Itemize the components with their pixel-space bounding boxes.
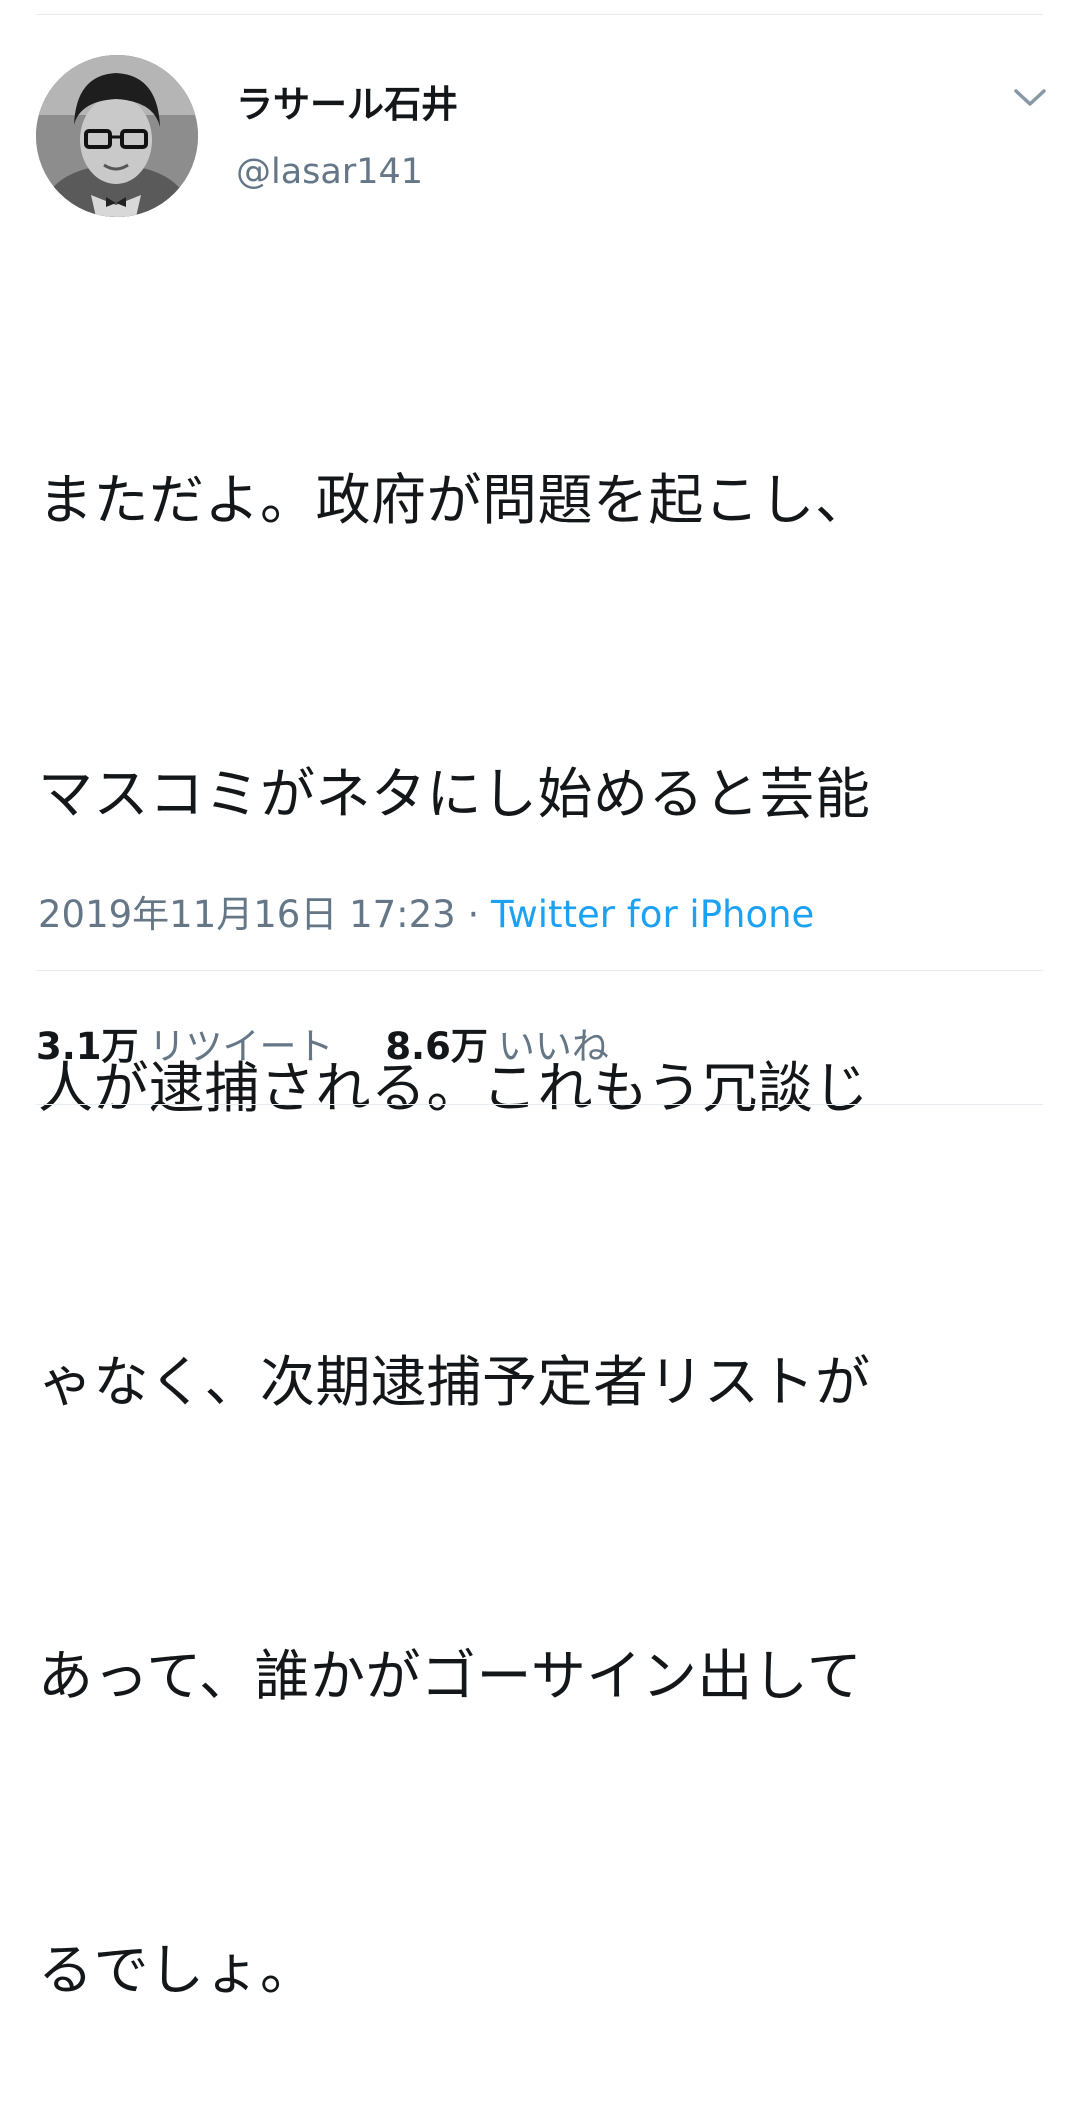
likes-label: いいね — [497, 1025, 609, 1068]
tweet-line: マスコミがネタにし始めると芸能 — [38, 762, 871, 826]
tweet-source-link[interactable]: Twitter for iPhone — [491, 893, 814, 936]
likes-count: 8.6万 — [385, 1025, 488, 1068]
tweet-line: るでしょ。 — [38, 1938, 316, 2002]
meta-separator: · — [467, 893, 480, 936]
author-display-name[interactable]: ラサール石井 — [236, 74, 458, 128]
likes-stat[interactable]: 8.6万 いいね — [385, 1025, 609, 1068]
tweet-line: あって、誰かがゴーサイン出して — [38, 1644, 863, 1708]
tweet-timestamp[interactable]: 2019年11月16日 17:23 — [38, 893, 456, 936]
tweet-line: まただよ。政府が問題を起こし、 — [38, 468, 871, 532]
tweet-meta: 2019年11月16日 17:23 · Twitter for iPhone — [38, 884, 814, 938]
chevron-down-icon[interactable] — [1010, 82, 1050, 112]
retweets-count: 3.1万 — [36, 1025, 139, 1068]
engagement-stats: 3.1万 リツイート 8.6万 いいね — [36, 1016, 609, 1070]
author-handle[interactable]: @lasar141 — [236, 152, 423, 192]
retweets-label: リツイート — [148, 1025, 334, 1068]
tweet-line: ゃなく、次期逮捕予定者リストが — [38, 1350, 871, 1414]
avatar-photo — [36, 55, 198, 217]
top-divider — [36, 14, 1043, 15]
avatar[interactable] — [36, 55, 198, 217]
tweet-text: まただよ。政府が問題を起こし、 マスコミがネタにし始めると芸能 人が逮捕される。… — [38, 255, 1038, 2117]
stats-divider — [36, 970, 1043, 971]
retweets-stat[interactable]: 3.1万 リツイート — [36, 1025, 345, 1068]
bottom-divider — [36, 1104, 1043, 1105]
